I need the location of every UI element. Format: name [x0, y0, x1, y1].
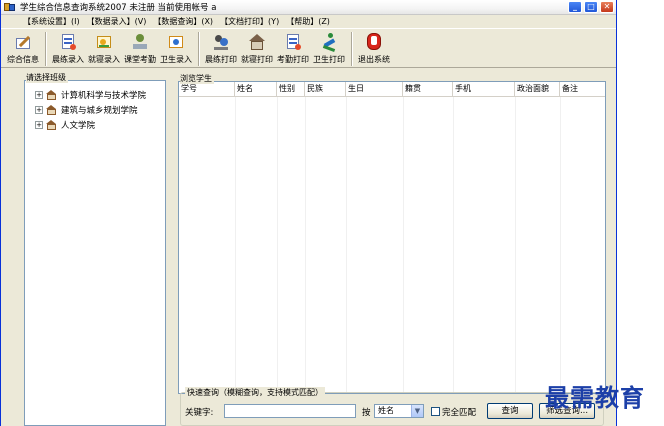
hygiene-print-button[interactable]: 卫生打印	[313, 29, 345, 65]
menu-document-print[interactable]: 【文档打印】(Y)	[220, 16, 279, 27]
menu-data-query[interactable]: 【数据查询】(X)	[153, 16, 213, 27]
keyword-input[interactable]	[224, 404, 356, 418]
app-window: 学生综合信息查询系统2007 未注册 当前使用帐号 a _ □ ✕ 【系统设置】…	[0, 0, 617, 426]
house-icon	[46, 119, 57, 130]
grid-line	[403, 97, 404, 393]
grid-line	[235, 97, 236, 393]
class-attendance-button[interactable]: 课堂考勤	[124, 29, 156, 65]
grid-line	[453, 97, 454, 393]
column-header[interactable]: 政治面貌	[515, 82, 560, 97]
morning-entry-button[interactable]: 晨练录入	[52, 29, 84, 65]
picture-icon	[95, 32, 113, 52]
tree-item-label: 计算机科学与技术学院	[61, 90, 147, 101]
toolbar-separator	[198, 32, 200, 66]
exact-match-checkbox[interactable]	[431, 407, 440, 416]
menu-data-entry[interactable]: 【数据录入】(V)	[87, 16, 147, 27]
class-selection-title: 请选择班级	[26, 72, 68, 83]
tree-item[interactable]: + 计算机科学与技术学院	[35, 87, 165, 102]
window-title: 学生综合信息查询系统2007 未注册 当前使用帐号 a	[20, 3, 217, 13]
frame-icon	[167, 32, 185, 52]
grid-line	[560, 97, 561, 393]
menu-bar: 【系统设置】(I) 【数据录入】(V) 【数据查询】(X) 【文档打印】(Y) …	[1, 15, 616, 28]
window-controls: _ □ ✕	[568, 1, 614, 13]
hygiene-entry-label: 卫生录入	[160, 55, 192, 64]
grid-line	[277, 97, 278, 393]
tree-item-label: 人文学院	[61, 120, 96, 131]
grid-line	[346, 97, 347, 393]
column-header[interactable]: 民族	[305, 82, 346, 97]
title-bar: 学生综合信息查询系统2007 未注册 当前使用帐号 a _ □ ✕	[1, 0, 616, 15]
stop-hand-icon	[365, 32, 383, 52]
grid-header: 学号 姓名 性别 民族 生日 籍贯 手机 政治面貌 备注	[179, 82, 605, 97]
document-icon	[284, 32, 302, 52]
tree-item[interactable]: + 建筑与城乡规划学院	[35, 102, 165, 117]
people-icon	[212, 32, 230, 52]
exact-match-label: 完全匹配	[442, 408, 477, 418]
grid-line	[515, 97, 516, 393]
house-icon	[46, 104, 57, 115]
dorm-entry-label: 就寝录入	[88, 55, 120, 64]
column-header[interactable]: 学号	[179, 82, 235, 97]
attendance-print-label: 考勤打印	[277, 55, 309, 64]
class-selection-panel: 请选择班级 + 计算机科学与技术学院 + 建筑与城乡规划学院 + 人文学院	[24, 72, 166, 426]
expand-icon[interactable]: +	[35, 105, 43, 114]
column-header[interactable]: 生日	[346, 82, 403, 97]
chevron-down-icon[interactable]: ▼	[411, 405, 423, 417]
toolbar: 综合信息 晨练录入 就寝录入 课堂考勤 卫生录入 晨练打印 就寝打印 考勤打印 …	[1, 28, 616, 68]
house-icon	[46, 89, 57, 100]
browse-students-title: 浏览学生	[180, 73, 214, 84]
maximize-button[interactable]: □	[584, 1, 598, 13]
stamp-icon	[131, 32, 149, 52]
class-tree: + 计算机科学与技术学院 + 建筑与城乡规划学院 + 人文学院	[24, 80, 166, 426]
minimize-button[interactable]: _	[568, 1, 582, 13]
hygiene-entry-button[interactable]: 卫生录入	[160, 29, 192, 65]
dorm-print-label: 就寝打印	[241, 55, 273, 64]
exit-label: 退出系统	[358, 55, 390, 64]
house-icon	[248, 32, 266, 52]
toolbar-separator	[45, 32, 47, 66]
field-select-value: 姓名	[378, 406, 394, 415]
hygiene-print-label: 卫生打印	[313, 55, 345, 64]
exit-button[interactable]: 退出系统	[358, 29, 390, 65]
general-info-label: 综合信息	[7, 55, 39, 64]
query-button[interactable]: 查询	[487, 403, 533, 419]
menu-help[interactable]: 【帮助】(Z)	[286, 16, 330, 27]
keyword-label: 关键字:	[185, 408, 214, 418]
quick-search-title: 快速查询（模糊查询，支持模式匹配）	[185, 387, 325, 398]
general-info-button[interactable]: 综合信息	[7, 29, 39, 65]
expand-icon[interactable]: +	[35, 90, 43, 99]
browse-students-panel: 浏览学生 学号 姓名 性别 民族 生日 籍贯 手机 政治面貌 备注	[176, 73, 608, 426]
column-header[interactable]: 备注	[560, 82, 605, 97]
toolbar-separator	[351, 32, 353, 66]
dorm-entry-button[interactable]: 就寝录入	[88, 29, 120, 65]
grid-line	[305, 97, 306, 393]
watermark-text: 最需教育	[545, 383, 645, 412]
morning-print-button[interactable]: 晨练打印	[205, 29, 237, 65]
column-header[interactable]: 手机	[453, 82, 515, 97]
class-attendance-label: 课堂考勤	[124, 55, 156, 64]
person-running-icon	[320, 32, 338, 52]
field-select[interactable]: 姓名 ▼	[374, 404, 424, 418]
quick-search-group: 快速查询（模糊查询，支持模式匹配） 关键字: 按 姓名 ▼ 完全匹配 查询 筛选…	[180, 387, 604, 426]
by-label: 按	[362, 408, 371, 418]
close-button[interactable]: ✕	[600, 1, 614, 13]
student-grid[interactable]: 学号 姓名 性别 民族 生日 籍贯 手机 政治面貌 备注	[178, 81, 606, 394]
document-icon	[59, 32, 77, 52]
expand-icon[interactable]: +	[35, 120, 43, 129]
grid-body[interactable]	[179, 97, 605, 393]
tree-item-label: 建筑与城乡规划学院	[61, 105, 138, 116]
menu-system-settings[interactable]: 【系统设置】(I)	[23, 16, 80, 27]
column-header[interactable]: 姓名	[235, 82, 277, 97]
attendance-print-button[interactable]: 考勤打印	[277, 29, 309, 65]
dorm-print-button[interactable]: 就寝打印	[241, 29, 273, 65]
column-header[interactable]: 性别	[277, 82, 305, 97]
app-icon	[4, 2, 16, 12]
column-header[interactable]: 籍贯	[403, 82, 453, 97]
tree-item[interactable]: + 人文学院	[35, 117, 165, 132]
morning-print-label: 晨练打印	[205, 55, 237, 64]
pencil-icon	[14, 32, 32, 52]
morning-entry-label: 晨练录入	[52, 55, 84, 64]
